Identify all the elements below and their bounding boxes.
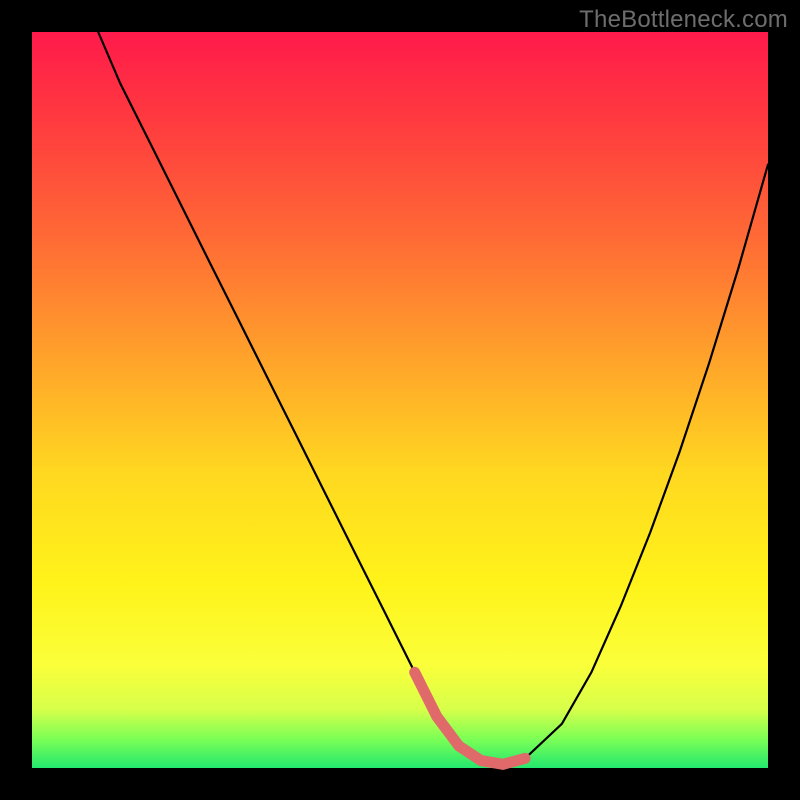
bottleneck-curve xyxy=(98,32,768,764)
plot-area xyxy=(32,32,768,768)
curve-svg xyxy=(32,32,768,768)
highlight-segment-right xyxy=(503,758,525,764)
chart-frame: TheBottleneck.com xyxy=(0,0,800,800)
watermark-text: TheBottleneck.com xyxy=(579,6,788,34)
highlight-segment-left xyxy=(415,672,503,764)
